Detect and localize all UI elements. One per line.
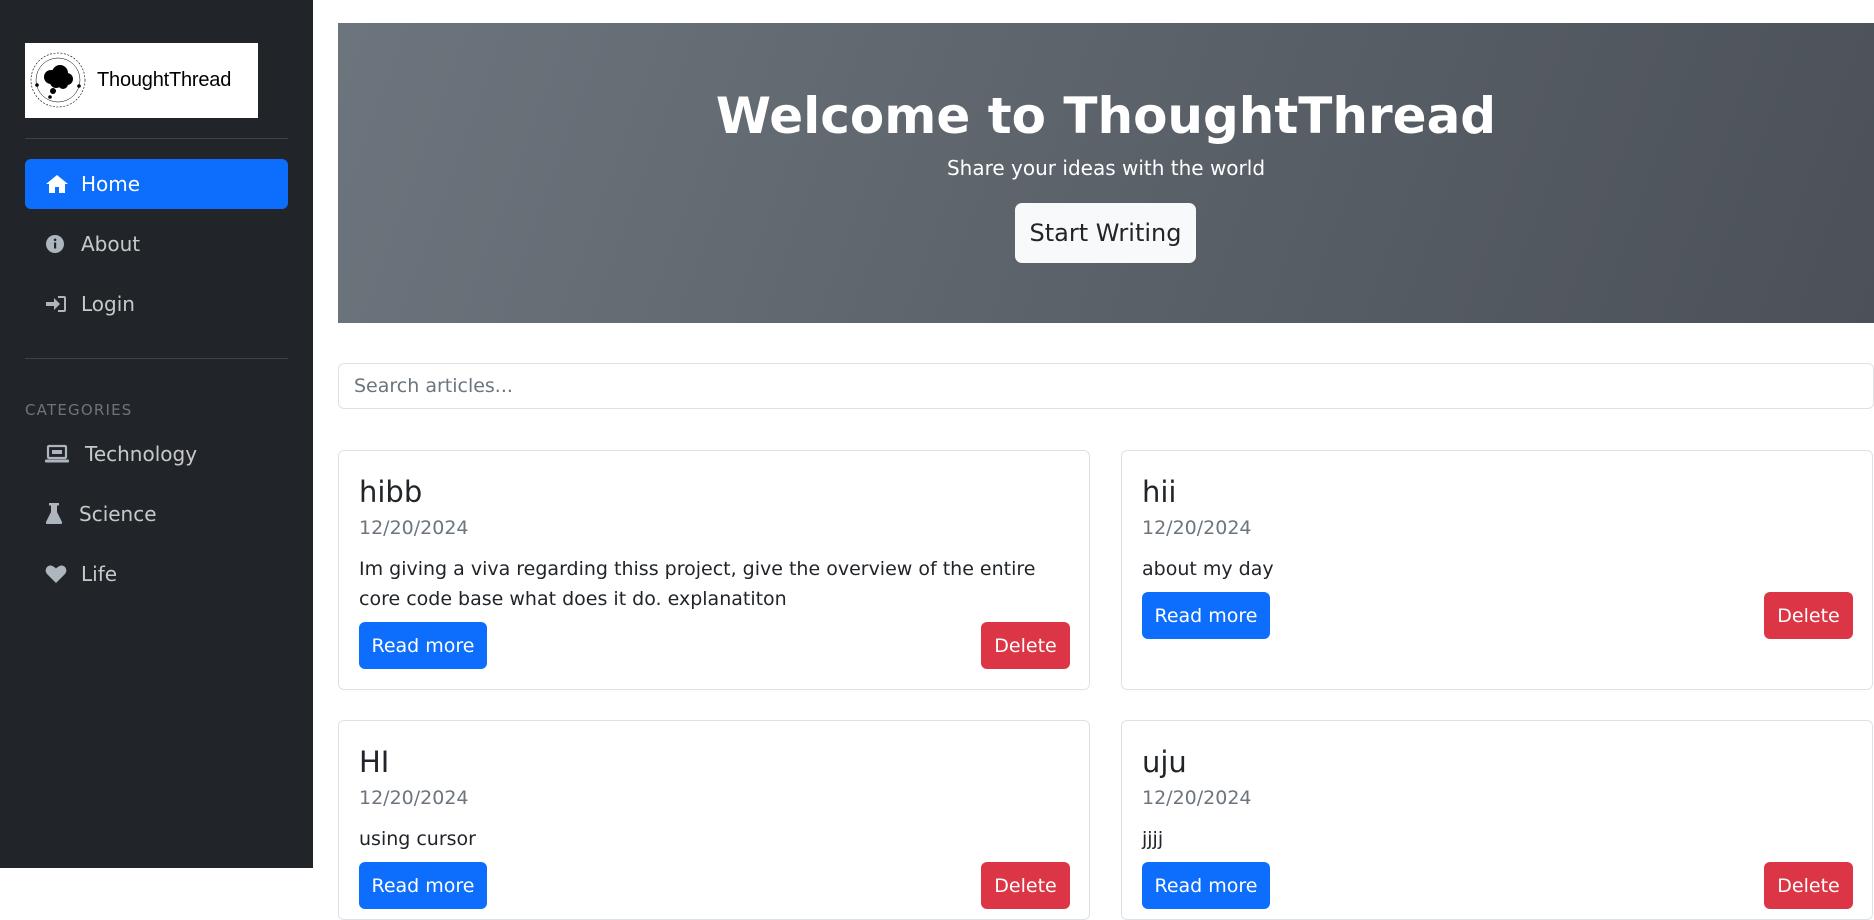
search-input[interactable] (338, 363, 1874, 409)
login-icon (45, 293, 71, 315)
article-excerpt: using cursor (359, 828, 476, 850)
brand-logo[interactable]: ThoughtThread (25, 43, 258, 118)
categories-heading: CATEGORIES (25, 401, 133, 419)
logo-mark (25, 43, 91, 118)
article-card: HI 12/20/2024 using cursor Read more Del… (338, 720, 1090, 920)
sidebar-item-label: Technology (85, 442, 198, 466)
sidebar-item-life[interactable]: Life (25, 549, 288, 599)
sidebar-divider (25, 358, 288, 359)
article-title: uju (1142, 745, 1187, 779)
article-title: hibb (359, 475, 423, 509)
article-card: hibb 12/20/2024 Im giving a viva regardi… (338, 450, 1090, 690)
sidebar-item-label: About (81, 232, 141, 256)
article-card: uju 12/20/2024 jjjj Read more Delete (1121, 720, 1873, 920)
start-writing-button[interactable]: Start Writing (1015, 203, 1196, 263)
heart-icon (45, 563, 71, 585)
sidebar-item-label: Science (79, 502, 157, 526)
read-more-button[interactable]: Read more (1142, 592, 1270, 639)
article-card: hii 12/20/2024 about my day Read more De… (1121, 450, 1873, 690)
sidebar-item-label: Life (81, 562, 118, 586)
article-title: HI (359, 745, 390, 779)
article-date: 12/20/2024 (359, 517, 469, 539)
hero-title: Welcome to ThoughtThread (715, 87, 1497, 145)
sidebar-item-label: Home (81, 172, 141, 196)
read-more-button[interactable]: Read more (359, 622, 487, 669)
delete-button[interactable]: Delete (981, 862, 1070, 909)
info-icon (45, 233, 71, 255)
hero-banner: Welcome to ThoughtThread Share your idea… (338, 23, 1874, 323)
flask-icon (45, 503, 69, 525)
sidebar-divider (25, 138, 288, 139)
article-excerpt: Im giving a viva regarding thiss project… (359, 558, 1036, 610)
article-title: hii (1142, 475, 1177, 509)
read-more-button[interactable]: Read more (359, 862, 487, 909)
sidebar-item-home[interactable]: Home (25, 159, 288, 209)
logo-text: ThoughtThread (97, 69, 232, 91)
article-date: 12/20/2024 (1142, 787, 1252, 809)
home-icon (45, 173, 71, 195)
article-excerpt: about my day (1142, 558, 1274, 580)
sidebar-item-about[interactable]: About (25, 219, 288, 269)
delete-button[interactable]: Delete (981, 622, 1070, 669)
article-date: 12/20/2024 (1142, 517, 1252, 539)
article-excerpt: jjjj (1142, 828, 1164, 850)
article-date: 12/20/2024 (359, 787, 469, 809)
sidebar: ThoughtThread Home About Login CATEGORIE… (0, 0, 313, 868)
sidebar-item-science[interactable]: Science (25, 489, 288, 539)
laptop-icon (45, 443, 75, 465)
delete-button[interactable]: Delete (1764, 862, 1853, 909)
delete-button[interactable]: Delete (1764, 592, 1853, 639)
sidebar-item-technology[interactable]: Technology (25, 429, 288, 479)
read-more-button[interactable]: Read more (1142, 862, 1270, 909)
sidebar-item-login[interactable]: Login (25, 279, 288, 329)
sidebar-item-label: Login (81, 292, 135, 316)
hero-subtitle: Share your ideas with the world (946, 156, 1266, 180)
